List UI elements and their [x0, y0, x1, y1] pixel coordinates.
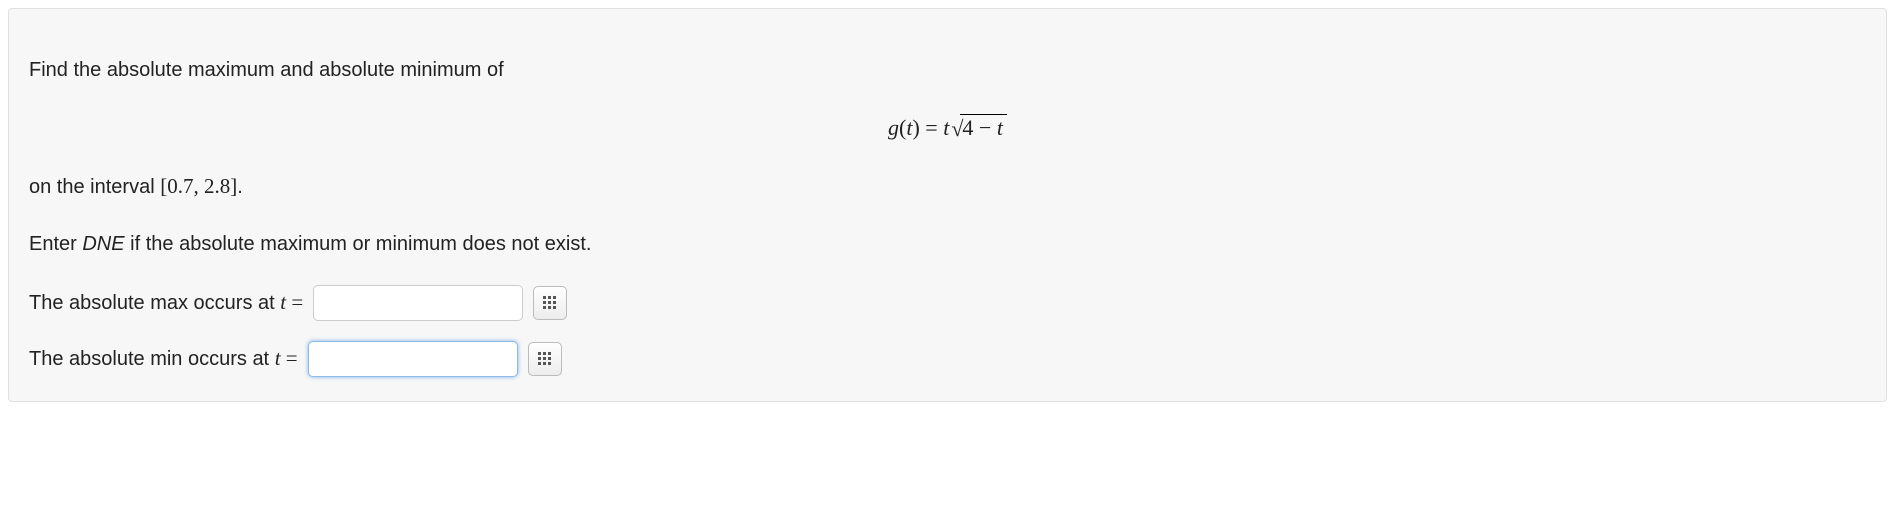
radicand-num: 4: [962, 115, 973, 140]
interval-line: on the interval [0.7, 2.8].: [29, 171, 1866, 203]
equation-editor-button-min[interactable]: [528, 342, 562, 376]
equation-rhs-var: t: [943, 115, 949, 140]
interval-value: [0.7, 2.8]: [160, 174, 237, 198]
answer-max-label-pre: The absolute max occurs at: [29, 292, 280, 314]
answer-min-input[interactable]: [308, 341, 518, 377]
dne-post: if the absolute maximum or minimum does …: [125, 233, 592, 255]
problem-intro: Find the absolute maximum and absolute m…: [29, 55, 1866, 85]
equation-display: g(t) = t√4 − t: [29, 111, 1866, 145]
dne-word: DNE: [82, 233, 124, 255]
grid-icon: [538, 352, 552, 366]
dne-instruction: Enter DNE if the absolute maximum or min…: [29, 229, 1866, 259]
dne-pre: Enter: [29, 233, 82, 255]
interval-suffix: .: [237, 176, 243, 198]
equation-paren-close: ): [912, 115, 919, 140]
answer-min-equals: =: [281, 346, 298, 370]
answer-max-label: The absolute max occurs at t =: [29, 287, 303, 319]
answer-max-equals: =: [286, 290, 303, 314]
radicand-var: t: [997, 115, 1003, 140]
answer-min-label-pre: The absolute min occurs at: [29, 348, 275, 370]
answer-row-min: The absolute min occurs at t =: [29, 341, 1866, 377]
equation-editor-button-max[interactable]: [533, 286, 567, 320]
equation-fn: g: [888, 115, 899, 140]
equation-sqrt: √4 − t: [951, 111, 1007, 145]
problem-container: Find the absolute maximum and absolute m…: [8, 8, 1887, 402]
equation-radicand: 4 − t: [960, 114, 1007, 140]
answer-row-max: The absolute max occurs at t =: [29, 285, 1866, 321]
equation-equals: =: [920, 115, 943, 140]
answer-min-label: The absolute min occurs at t =: [29, 343, 298, 375]
radicand-op: −: [973, 115, 996, 140]
interval-prefix: on the interval: [29, 176, 160, 198]
answer-max-input[interactable]: [313, 285, 523, 321]
grid-icon: [543, 296, 557, 310]
